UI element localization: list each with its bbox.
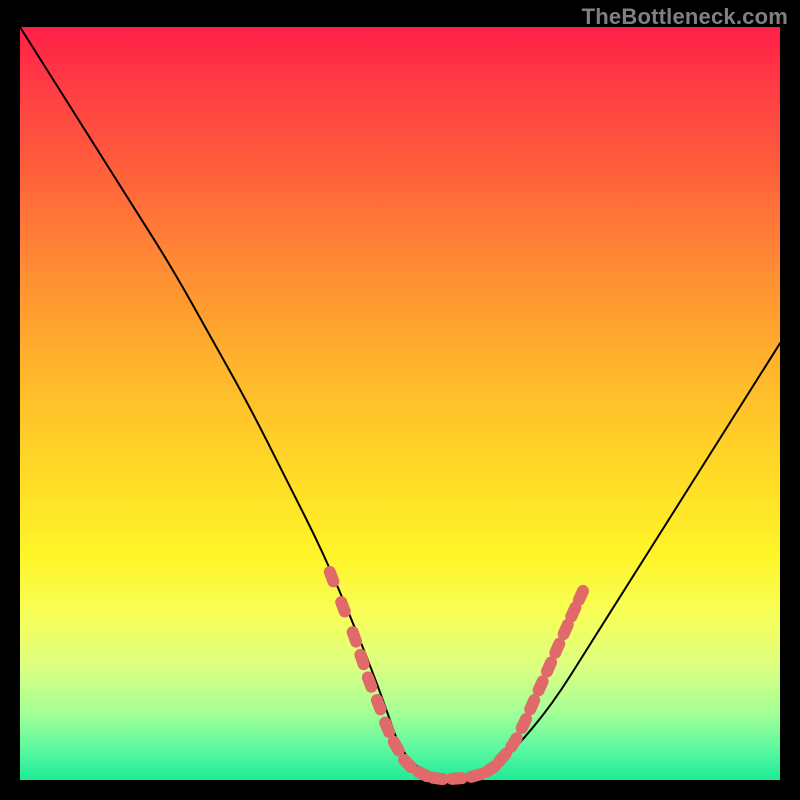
curve-marker	[345, 625, 364, 650]
curve-marker	[446, 772, 469, 786]
watermark-text: TheBottleneck.com	[582, 4, 788, 30]
curve-marker	[322, 564, 341, 589]
bottleneck-curve	[20, 27, 780, 780]
bottleneck-curve-svg	[20, 27, 780, 780]
curve-markers	[322, 564, 591, 786]
chart-frame: TheBottleneck.com	[0, 0, 800, 800]
